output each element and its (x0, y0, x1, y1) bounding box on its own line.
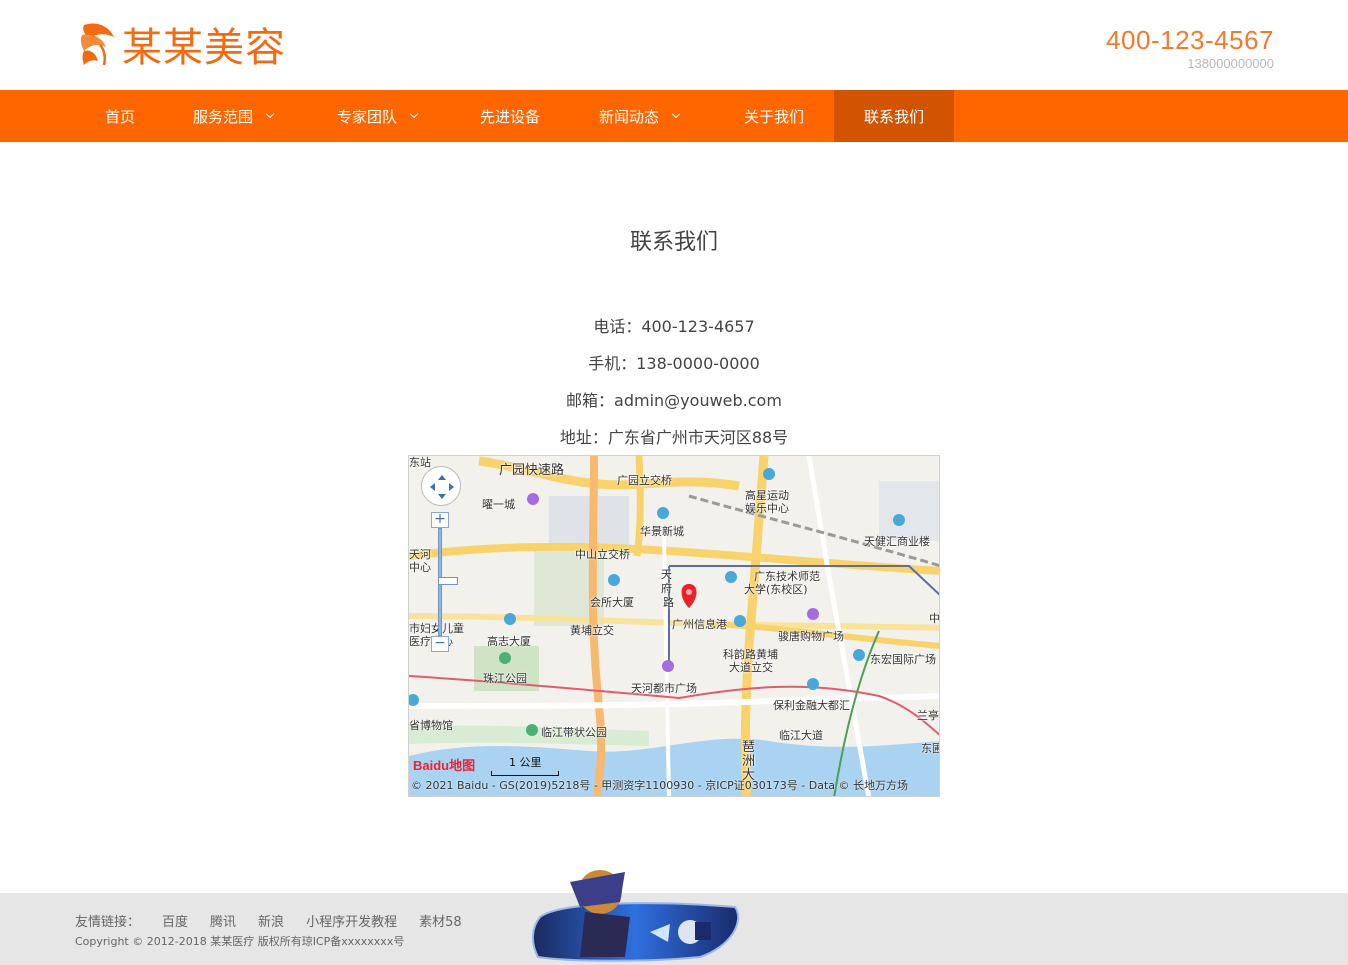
map-zoom-control: + − (431, 512, 458, 652)
map-label: 黄埔立交 (570, 624, 614, 637)
baidu-map[interactable]: 广园快速路 广园立交桥 曜一城 高星运动 娱乐中心 华景新城 天健汇商业楼 中山… (408, 455, 940, 797)
friend-link[interactable]: 素材58 (419, 911, 462, 930)
nav-item-label: 新闻动态 (598, 107, 659, 126)
poi-icon (763, 468, 775, 480)
map-label: 临江大道 (779, 729, 823, 742)
nav-item-label: 先进设备 (479, 107, 540, 126)
poi-icon (725, 571, 737, 583)
nav-item-home[interactable]: 首页 (80, 90, 160, 142)
chevron-down-icon (671, 109, 681, 119)
friend-links-label: 友情链接： (75, 915, 141, 930)
map-label: 中山立交桥 (575, 548, 630, 561)
main-nav: 首页 服务范围 专家团队 先进设备 新闻动态 关于我们 联系我们 (0, 90, 1348, 142)
map-label: 会所大厦 (590, 596, 634, 609)
friend-link[interactable]: 百度 (162, 911, 188, 930)
poi-icon (807, 678, 819, 690)
map-label: 中心 (409, 561, 431, 574)
map-label: 东宏国际广场 (870, 653, 936, 666)
map-pan-control[interactable] (421, 466, 461, 506)
baidu-logo[interactable]: Baidu地图 (413, 755, 475, 774)
map-scale-bar (491, 771, 559, 776)
nav-item-contact[interactable]: 联系我们 (834, 90, 954, 142)
poi-icon (499, 652, 511, 664)
poi-icon (608, 574, 620, 586)
contact-mobile: 手机：138-0000-0000 (588, 354, 760, 373)
nav-item-label: 联系我们 (863, 107, 924, 126)
friend-link[interactable]: 新浪 (258, 911, 284, 930)
page-title: 联系我们 (629, 230, 718, 255)
zoom-out-button[interactable]: − (431, 636, 449, 652)
map-label: 珠江公园 (483, 672, 527, 685)
contact-email: 邮箱：admin@youweb.com (566, 391, 782, 410)
site-header: 某某美容 400-123-4567 138000000000 (0, 0, 1348, 90)
map-label: 广园立交桥 (617, 474, 672, 487)
poi-icon (657, 507, 669, 519)
map-label: 骏唐购物广场 (778, 630, 844, 643)
nav-item-about[interactable]: 关于我们 (714, 90, 834, 142)
map-label: 高志大厦 (487, 635, 531, 648)
game-banner-image[interactable] (530, 862, 742, 965)
map-copyright: © 2021 Baidu - GS(2019)5218号 - 甲测资字11009… (411, 779, 909, 792)
pan-arrows-icon (430, 475, 454, 499)
contact-address: 地址：广东省广州市天河区88号 (559, 428, 789, 447)
poi-icon (662, 660, 674, 672)
map-label: 东圃 (921, 742, 939, 755)
chevron-down-icon (409, 109, 419, 119)
logo[interactable]: 某某美容 (78, 18, 286, 71)
zoom-slider[interactable] (438, 528, 458, 636)
poi-icon (807, 608, 819, 620)
header-contact: 400-123-4567 138000000000 (1106, 24, 1274, 72)
poi-icon (527, 493, 539, 505)
nav-item-equipment[interactable]: 先进设备 (460, 90, 560, 142)
map-label: 广州信息港 (672, 618, 727, 631)
location-pin-icon (681, 584, 697, 608)
friend-link[interactable]: 腾讯 (210, 911, 236, 930)
nav-item-services[interactable]: 服务范围 (174, 90, 292, 142)
map-label: 保利金融大都汇 (773, 699, 850, 712)
nav-item-label: 专家团队 (336, 107, 397, 126)
map-label: 临江带状公园 (541, 726, 607, 739)
map-label: 曜一城 (482, 498, 515, 511)
friend-links: 友情链接： 百度 腾讯 新浪 小程序开发教程 素材58 (75, 911, 484, 930)
map-label: 中 (929, 612, 940, 625)
nav-item-news[interactable]: 新闻动态 (580, 90, 698, 142)
map-district-area (879, 481, 939, 541)
poi-icon (853, 649, 865, 661)
poi-icon (893, 514, 905, 526)
nav-item-label: 关于我们 (743, 107, 804, 126)
zoom-in-button[interactable]: + (431, 512, 449, 528)
chevron-down-icon (265, 109, 275, 119)
map-label: 天河都市广场 (631, 682, 697, 695)
map-road (633, 456, 644, 557)
map-campus-area (549, 496, 629, 546)
header-mobile: 138000000000 (1187, 56, 1274, 71)
map-label: 天健汇商业楼 (864, 535, 930, 548)
map-label: 兰亭 (917, 709, 939, 722)
map-label: 华景新城 (640, 525, 684, 538)
nav-item-label: 服务范围 (192, 107, 253, 126)
map-label: 大学(东校区) (744, 583, 808, 596)
map-label: 省博物馆 (409, 719, 453, 732)
header-phone: 400-123-4567 (1106, 25, 1274, 55)
nav-item-label: 首页 (104, 107, 135, 126)
friend-link[interactable]: 小程序开发教程 (306, 911, 397, 930)
zoom-slider-thumb[interactable] (438, 577, 458, 585)
map-label: 娱乐中心 (745, 502, 789, 515)
contact-phone: 电话：400-123-4657 (593, 317, 755, 336)
map-label: 路 (663, 596, 674, 609)
map-road (409, 542, 939, 575)
map-label: 大道立交 (729, 661, 773, 674)
brand-name: 某某美容 (122, 25, 286, 71)
nav-item-experts[interactable]: 专家团队 (318, 90, 436, 142)
poi-icon (526, 724, 538, 736)
map-scale-label: 1 公里 (509, 756, 542, 769)
map-label: 广园快速路 (499, 463, 565, 478)
copyright: Copyright © 2012-2018 某某医疗 版权所有琼ICP备xxxx… (75, 935, 405, 948)
poi-icon (734, 615, 746, 627)
poi-icon (504, 613, 516, 625)
butterfly-logo-icon (80, 23, 114, 66)
